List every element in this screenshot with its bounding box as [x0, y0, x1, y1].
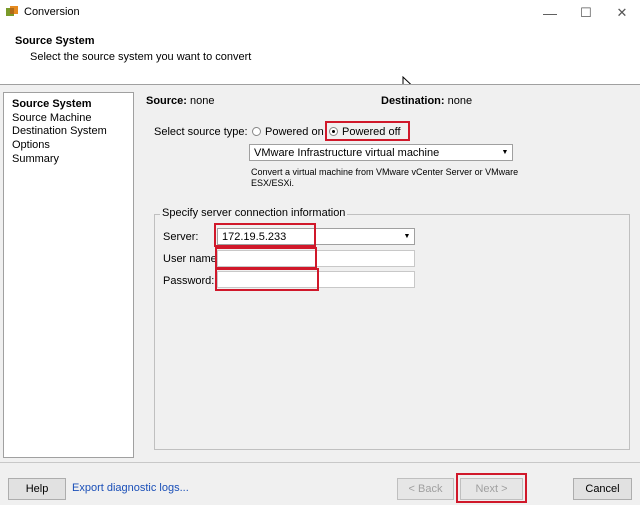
sidebar-item-destination-system[interactable]: Destination System	[12, 125, 107, 137]
close-button[interactable]: ✕	[604, 0, 640, 26]
page-subtitle: Select the source system you want to con…	[30, 51, 252, 63]
app-icon	[6, 6, 18, 18]
wizard-steps-sidebar: Source System Source Machine Destination…	[3, 92, 134, 458]
wizard-body: Source System Source Machine Destination…	[0, 85, 640, 462]
source-summary: Source: none	[146, 95, 215, 107]
chevron-down-icon[interactable]: ▼	[500, 147, 510, 158]
title-bar: Conversion — ☐ ✕	[0, 0, 640, 26]
wizard-footer: Help Export diagnostic logs... < Back Ne…	[0, 462, 640, 505]
destination-summary: Destination: none	[381, 95, 472, 107]
machine-type-select[interactable]: VMware Infrastructure virtual machine ▼	[249, 144, 513, 161]
next-highlight	[456, 473, 527, 503]
sidebar-item-source-machine[interactable]: Source Machine	[12, 112, 92, 124]
password-highlight	[215, 268, 319, 291]
powered-on-radio[interactable]	[252, 127, 261, 136]
page-title: Source System	[15, 35, 95, 47]
machine-type-description: Convert a virtual machine from VMware vC…	[251, 167, 519, 188]
window-title: Conversion	[24, 6, 80, 18]
export-diagnostic-logs-link[interactable]: Export diagnostic logs...	[72, 482, 189, 494]
sidebar-item-source-system[interactable]: Source System	[12, 98, 91, 110]
sidebar-item-options[interactable]: Options	[12, 139, 50, 151]
cancel-button[interactable]: Cancel	[573, 478, 632, 500]
back-button[interactable]: < Back	[397, 478, 454, 500]
destination-label: Destination:	[381, 95, 445, 107]
source-label: Source:	[146, 95, 187, 107]
source-value: none	[190, 95, 215, 107]
wizard-header: Source System Select the source system y…	[0, 26, 640, 94]
connection-group-legend: Specify server connection information	[160, 207, 348, 219]
sidebar-item-summary[interactable]: Summary	[12, 153, 59, 165]
source-type-label: Select source type:	[154, 126, 248, 138]
username-highlight	[215, 247, 317, 269]
username-label: User name:	[163, 253, 220, 265]
powered-off-radio[interactable]	[329, 127, 338, 136]
maximize-button[interactable]: ☐	[568, 0, 604, 26]
server-label: Server:	[163, 231, 199, 243]
help-button[interactable]: Help	[8, 478, 66, 500]
machine-type-value: VMware Infrastructure virtual machine	[254, 147, 440, 159]
chevron-down-icon[interactable]: ▼	[402, 231, 412, 242]
powered-on-label[interactable]: Powered on	[265, 126, 324, 138]
main-pane: Source: none Destination: none Select so…	[136, 92, 636, 458]
destination-value: none	[447, 95, 473, 107]
password-label: Password:	[163, 275, 215, 287]
powered-off-label[interactable]: Powered off	[342, 126, 401, 138]
server-highlight	[214, 223, 316, 247]
minimize-button[interactable]: —	[532, 0, 568, 26]
